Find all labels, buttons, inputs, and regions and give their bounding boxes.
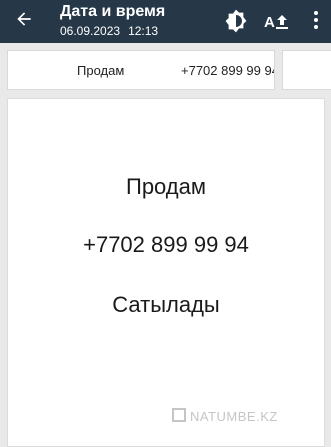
tab-strip: Продам +7702 899 99 94 [0, 43, 331, 96]
tab-card-phone: +7702 899 99 94 [181, 63, 275, 78]
content-line-kazakh: Сатылады [112, 292, 220, 317]
content-card: Продам +7702 899 99 94 Сатылады [7, 98, 325, 447]
font-size-icon[interactable]: A [264, 10, 290, 32]
app-bar: Дата и время 06.09.2023 12:13 A [0, 0, 331, 43]
watermark-logo-icon [172, 408, 186, 422]
back-arrow-icon[interactable] [14, 9, 34, 29]
brightness-icon[interactable] [223, 8, 249, 34]
tab-card-title: Продам [77, 63, 125, 78]
page-title: Дата и время [60, 3, 166, 20]
time-text: 12:13 [128, 24, 159, 38]
watermark: NATUMBE.KZ [172, 408, 278, 424]
watermark-text: NATUMBE.KZ [190, 409, 278, 424]
date-text: 06.09.2023 [60, 24, 121, 38]
tab-card[interactable]: Продам +7702 899 99 94 [7, 50, 275, 90]
page-subtitle: 06.09.2023 12:13 [60, 24, 158, 38]
content-line-sell: Продам [126, 174, 206, 199]
tab-card-next[interactable] [282, 50, 331, 90]
svg-text:A: A [264, 14, 275, 31]
more-vert-icon[interactable] [314, 11, 318, 31]
content-line-phone: +7702 899 99 94 [83, 232, 249, 257]
